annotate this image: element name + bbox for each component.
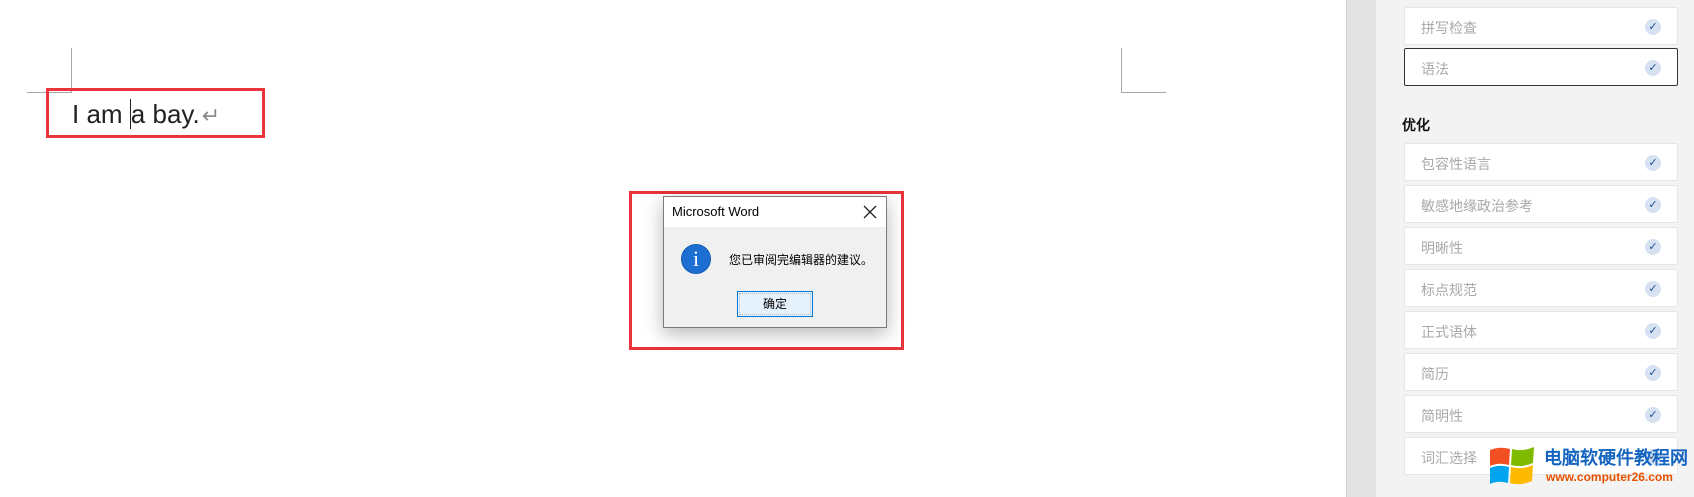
pane-item-grammar[interactable]: 语法 ✓ — [1404, 48, 1678, 86]
check-icon: ✓ — [1645, 407, 1661, 423]
section-title-refinements: 优化 — [1402, 117, 1430, 133]
check-icon: ✓ — [1645, 155, 1661, 171]
crop-mark-left-v — [71, 48, 72, 93]
check-icon: ✓ — [1645, 365, 1661, 381]
pane-item-label: 简明性 — [1421, 408, 1463, 424]
pane-item-resume[interactable]: 简历 ✓ — [1404, 353, 1678, 391]
pane-item-label: 词汇选择 — [1421, 450, 1477, 466]
ok-button[interactable]: 确定 — [737, 291, 813, 317]
message-dialog[interactable]: Microsoft Word i 您已审阅完编辑器的建议。 确定 — [663, 196, 887, 328]
pane-item-formality[interactable]: 正式语体 ✓ — [1404, 311, 1678, 349]
pane-item-inclusive-language[interactable]: 包容性语言 ✓ — [1404, 143, 1678, 181]
editor-pane: 拼写检查 ✓ 语法 ✓ 优化 包容性语言 ✓ 敏感地缘政治参考 ✓ 明晰性 ✓ … — [1376, 0, 1694, 497]
dialog-title: Microsoft Word — [672, 204, 760, 219]
pane-item-label: 敏感地缘政治参考 — [1421, 198, 1533, 214]
pane-item-spelling[interactable]: 拼写检查 ✓ — [1404, 7, 1678, 45]
check-icon: ✓ — [1645, 19, 1661, 35]
check-icon: ✓ — [1645, 60, 1661, 76]
pane-item-punctuation[interactable]: 标点规范 ✓ — [1404, 269, 1678, 307]
close-icon[interactable] — [862, 204, 878, 220]
dialog-message: 您已审阅完编辑器的建议。 — [729, 253, 874, 267]
pane-item-label: 正式语体 — [1421, 324, 1477, 340]
dialog-body: i 您已审阅完编辑器的建议。 — [664, 227, 886, 291]
pane-item-label: 明晰性 — [1421, 240, 1463, 256]
pane-divider[interactable] — [1346, 0, 1376, 497]
highlight-box-text — [46, 88, 265, 138]
pane-item-clarity[interactable]: 明晰性 ✓ — [1404, 227, 1678, 265]
crop-mark-right-v — [1121, 48, 1122, 93]
check-icon: ✓ — [1645, 239, 1661, 255]
pane-item-label: 拼写检查 — [1421, 20, 1477, 36]
pane-item-label: 语法 — [1421, 61, 1449, 77]
check-icon: ✓ — [1645, 281, 1661, 297]
pane-item-label: 简历 — [1421, 366, 1449, 382]
pane-item-conciseness[interactable]: 简明性 ✓ — [1404, 395, 1678, 433]
watermark-title: 电脑软硬件教程网 — [1544, 448, 1688, 468]
crop-mark-right-h — [1121, 92, 1166, 93]
pane-item-label: 包容性语言 — [1421, 156, 1491, 172]
pane-item-geopolitical[interactable]: 敏感地缘政治参考 ✓ — [1404, 185, 1678, 223]
watermark: 电脑软硬件教程网 www.computer26.com — [1488, 440, 1694, 492]
watermark-url: www.computer26.com — [1546, 470, 1673, 484]
check-icon: ✓ — [1645, 323, 1661, 339]
dialog-titlebar: Microsoft Word — [664, 197, 886, 227]
pane-item-label: 标点规范 — [1421, 282, 1477, 298]
info-icon: i — [681, 244, 711, 274]
check-icon: ✓ — [1645, 197, 1661, 213]
windows-logo-icon — [1490, 447, 1534, 485]
